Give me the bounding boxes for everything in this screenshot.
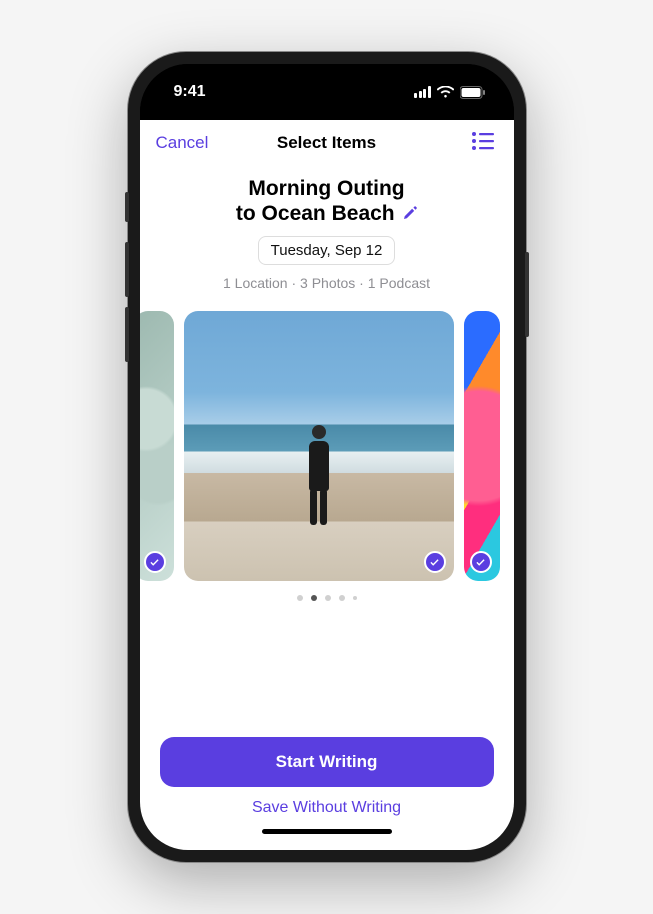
pager-dot-active [311,595,317,601]
phone-frame: 9:41 Cancel Select Items [128,52,526,862]
bottom-actions: Start Writing Save Without Writing [140,737,514,850]
page-title: Select Items [277,133,376,153]
selection-check-badge[interactable] [424,551,446,573]
selection-check-badge[interactable] [144,551,166,573]
entry-title-line2: to Ocean Beach [236,202,395,225]
pager-dot [297,595,303,601]
photo-subject [305,425,333,525]
media-carousel[interactable] [140,311,514,581]
power-button [525,252,529,337]
pager-dot [353,596,357,600]
check-icon [149,557,160,568]
home-indicator[interactable] [262,829,392,834]
volume-up-button [125,242,129,297]
page-indicator [140,595,514,601]
list-icon [472,132,494,150]
cellular-icon [414,86,431,98]
entry-title-line1: Morning Outing [248,177,404,200]
check-icon [475,557,486,568]
nav-bar: Cancel Select Items [140,120,514,166]
screen: 9:41 Cancel Select Items [140,64,514,850]
pager-dot [339,595,345,601]
check-icon [429,557,440,568]
entry-title-wrap[interactable]: Morning Outing to Ocean Beach [160,176,494,226]
save-without-writing-button[interactable]: Save Without Writing [160,799,494,817]
cancel-button[interactable]: Cancel [156,133,209,153]
carousel-item-current[interactable] [184,311,454,581]
carousel-item-prev[interactable] [140,311,174,581]
pencil-icon [403,206,417,225]
battery-icon [460,86,486,99]
volume-down-button [125,307,129,362]
app-area: Cancel Select Items Mornin [140,120,514,850]
mute-switch [125,192,129,222]
pager-dot [325,595,331,601]
list-view-button[interactable] [468,128,498,159]
entry-header: Morning Outing to Ocean Beach Tuesday, S… [140,166,514,299]
entry-date[interactable]: Tuesday, Sep 12 [258,236,396,265]
status-icons [414,86,486,99]
wifi-icon [437,86,454,98]
dynamic-island [271,78,383,112]
status-time: 9:41 [174,83,206,101]
content: Morning Outing to Ocean Beach Tuesday, S… [140,166,514,850]
carousel-item-next[interactable] [464,311,500,581]
entry-summary: 1 Location · 3 Photos · 1 Podcast [160,275,494,291]
selection-check-badge[interactable] [470,551,492,573]
start-writing-button[interactable]: Start Writing [160,737,494,787]
